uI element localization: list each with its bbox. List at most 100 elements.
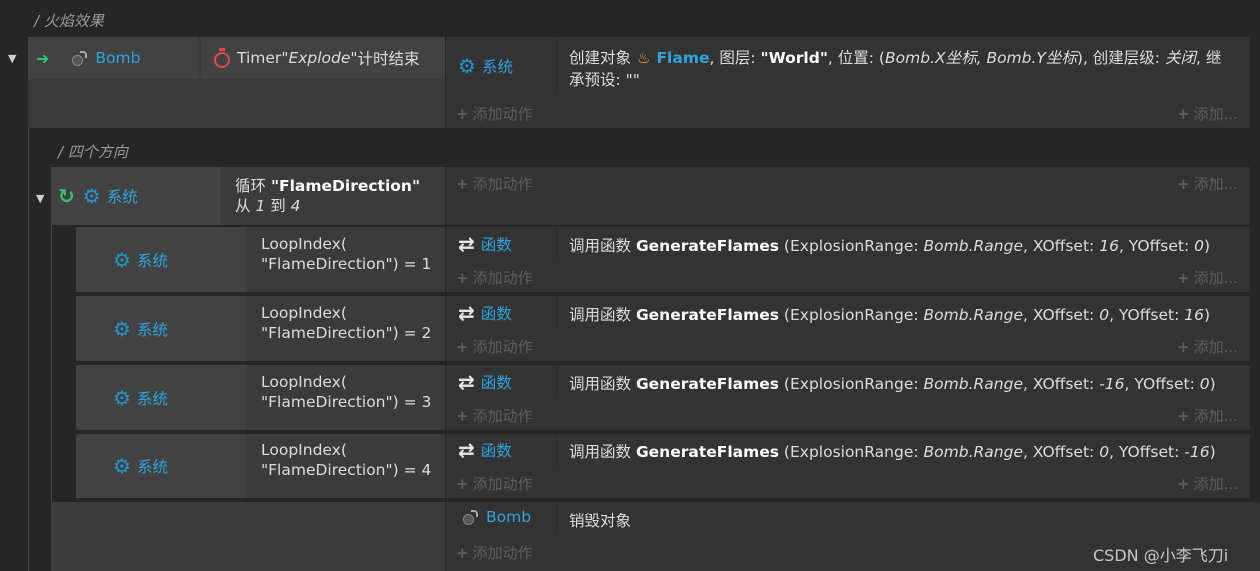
sub-event-1-action[interactable]: 调用函数 GenerateFlames (ExplosionRange: Bom… bbox=[569, 234, 1210, 256]
loop-condition[interactable]: 循环 "FlameDirection" 从 1 到 4 bbox=[235, 176, 420, 216]
divider bbox=[556, 365, 557, 397]
act-v2: 0 bbox=[1099, 306, 1110, 324]
function-icon: ⇄ bbox=[458, 301, 475, 325]
event1-add-short[interactable]: + 添加... bbox=[1177, 103, 1238, 124]
plus-icon: + bbox=[1177, 174, 1190, 193]
sub-event-3-action-object[interactable]: ⇄ 函数 bbox=[458, 370, 512, 394]
loop-object-cell[interactable]: ↻ ⚙ 系统 bbox=[51, 167, 221, 225]
expand-event1-toggle[interactable]: ▼ bbox=[8, 48, 16, 66]
sub-event-1-add-action[interactable]: + 添加动作 bbox=[456, 267, 533, 288]
act-p3: , YOffset: bbox=[1109, 443, 1185, 461]
sub-event-3-object-cell[interactable]: ⚙ 系统 bbox=[76, 365, 246, 430]
add-action-label: 添加动作 bbox=[472, 475, 533, 493]
act-v3: 0 bbox=[1199, 375, 1210, 393]
event1-action-create[interactable]: 创建对象 ♨ Flame, 图层: "World", 位置: (Bomb.X坐标, … bbox=[569, 47, 1244, 91]
event1-object-name: Bomb bbox=[95, 49, 141, 67]
sub-event-4-action-object[interactable]: ⇄ 函数 bbox=[458, 438, 512, 462]
template-value: "" bbox=[625, 71, 640, 89]
sub-object-name: 系统 bbox=[136, 320, 168, 339]
act-end: ) bbox=[1209, 375, 1216, 393]
expand-loop-toggle[interactable]: ▼ bbox=[36, 188, 44, 206]
act-v2: 0 bbox=[1099, 443, 1110, 461]
event1-condition-timer[interactable]: Timer "Explode" 计时结束 bbox=[201, 37, 445, 79]
act-v1: Bomb.Range bbox=[923, 375, 1023, 393]
triangle-down-icon: ▼ bbox=[8, 52, 17, 65]
loop-actions[interactable] bbox=[446, 167, 1250, 225]
watermark: CSDN @小李飞刀i bbox=[1093, 546, 1229, 565]
add-short-label: 添加... bbox=[1193, 475, 1238, 493]
sub-object-name: 系统 bbox=[136, 251, 168, 270]
act-end: ) bbox=[1204, 237, 1211, 255]
sub-event-4-object-cell[interactable]: ⚙ 系统 bbox=[76, 434, 246, 498]
plus-icon: + bbox=[456, 337, 469, 356]
act-prefix: 调用函数 bbox=[569, 375, 636, 393]
plus-icon: + bbox=[1177, 474, 1190, 493]
timer-prefix: Timer bbox=[237, 49, 282, 67]
act-p2: , XOffset: bbox=[1023, 237, 1100, 255]
act-v1: Bomb.Range bbox=[923, 237, 1023, 255]
act-p3: , YOffset: bbox=[1118, 237, 1195, 255]
act-func: GenerateFlames bbox=[635, 237, 779, 255]
sub-event-2-object-cell[interactable]: ⚙ 系统 bbox=[76, 296, 246, 361]
loop-add-short[interactable]: + 添加... bbox=[1177, 173, 1238, 194]
plus-icon: + bbox=[1177, 268, 1190, 287]
act-func: GenerateFlames bbox=[635, 375, 779, 393]
z-value: 关闭 bbox=[1164, 49, 1196, 67]
add-action-label: 添加动作 bbox=[472, 338, 533, 356]
create-tail: , 继 bbox=[1195, 49, 1222, 67]
sub-event-4-condition[interactable]: LoopIndex("FlameDirection") = 4 bbox=[261, 440, 431, 480]
sub-event-3-add-action[interactable]: + 添加动作 bbox=[456, 405, 533, 426]
sub-event-1-object-cell[interactable]: ⚙ 系统 bbox=[76, 227, 246, 292]
sub-event-1-add-short[interactable]: + 添加... bbox=[1177, 267, 1238, 288]
act-p1: (ExplosionRange: bbox=[779, 443, 924, 461]
act-v2: 16 bbox=[1099, 237, 1119, 255]
plus-icon: + bbox=[1177, 104, 1190, 123]
comment-flame-effect[interactable]: / 火焰效果 bbox=[34, 10, 104, 31]
function-icon: ⇄ bbox=[458, 232, 475, 256]
destroy-add-action[interactable]: + 添加动作 bbox=[456, 542, 533, 563]
event1-action-object[interactable]: ⚙ 系统 bbox=[458, 55, 513, 77]
template-label: 承预设: bbox=[569, 71, 626, 89]
sub-event-4-add-short[interactable]: + 添加... bbox=[1177, 473, 1238, 494]
act-end: ) bbox=[1204, 306, 1211, 324]
act-p2: , XOffset: bbox=[1023, 443, 1100, 461]
sub-event-2-add-short[interactable]: + 添加... bbox=[1177, 336, 1238, 357]
bomb-icon bbox=[71, 50, 88, 66]
act-end: ) bbox=[1209, 443, 1216, 461]
comment-four-directions[interactable]: / 四个方向 bbox=[58, 141, 128, 162]
add-action-label: 添加动作 bbox=[472, 544, 533, 562]
sub-event-2-condition[interactable]: LoopIndex("FlameDirection") = 2 bbox=[261, 303, 431, 343]
sub-event-4-add-action[interactable]: + 添加动作 bbox=[456, 473, 533, 494]
gear-icon: ⚙ bbox=[113, 385, 131, 410]
event1-add-action[interactable]: + 添加动作 bbox=[456, 103, 533, 124]
add-short-label: 添加... bbox=[1193, 105, 1238, 123]
action-object-name: 函数 bbox=[480, 236, 512, 254]
plus-icon: + bbox=[456, 474, 469, 493]
sub-event-3-condition[interactable]: LoopIndex("FlameDirection") = 3 bbox=[261, 372, 431, 412]
sub-event-4-action[interactable]: 调用函数 GenerateFlames (ExplosionRange: Bom… bbox=[569, 440, 1216, 462]
divider bbox=[556, 502, 557, 534]
cond-line1: LoopIndex( bbox=[261, 235, 347, 253]
sub-event-3-action[interactable]: 调用函数 GenerateFlames (ExplosionRange: Bom… bbox=[569, 372, 1216, 394]
sub-event-3-add-short[interactable]: + 添加... bbox=[1177, 405, 1238, 426]
sub-event-1-action-object[interactable]: ⇄ 函数 bbox=[458, 232, 512, 256]
add-short-label: 添加... bbox=[1193, 269, 1238, 287]
destroy-action[interactable]: 销毁对象 bbox=[569, 509, 631, 531]
act-prefix: 调用函数 bbox=[569, 237, 636, 255]
sub-event-2-action-object[interactable]: ⇄ 函数 bbox=[458, 301, 512, 325]
bomb-icon bbox=[462, 509, 478, 525]
add-short-label: 添加... bbox=[1193, 338, 1238, 356]
flame-icon: ♨ bbox=[637, 49, 651, 67]
function-icon: ⇄ bbox=[458, 370, 475, 394]
act-func: GenerateFlames bbox=[635, 306, 779, 324]
cond-line2: "FlameDirection") = 4 bbox=[261, 461, 432, 479]
loop-add-action[interactable]: + 添加动作 bbox=[456, 173, 533, 194]
sub-event-1-condition[interactable]: LoopIndex("FlameDirection") = 1 bbox=[261, 234, 431, 274]
event1-object-cell[interactable]: ➜ Bomb bbox=[28, 37, 198, 79]
z-label: ), 创建层级: bbox=[1076, 49, 1165, 67]
destroy-action-object[interactable]: Bomb bbox=[462, 508, 531, 526]
sub-event-2-action[interactable]: 调用函数 GenerateFlames (ExplosionRange: Bom… bbox=[569, 303, 1210, 325]
plus-icon: + bbox=[456, 543, 469, 562]
act-prefix: 调用函数 bbox=[569, 443, 636, 461]
sub-event-2-add-action[interactable]: + 添加动作 bbox=[456, 336, 533, 357]
